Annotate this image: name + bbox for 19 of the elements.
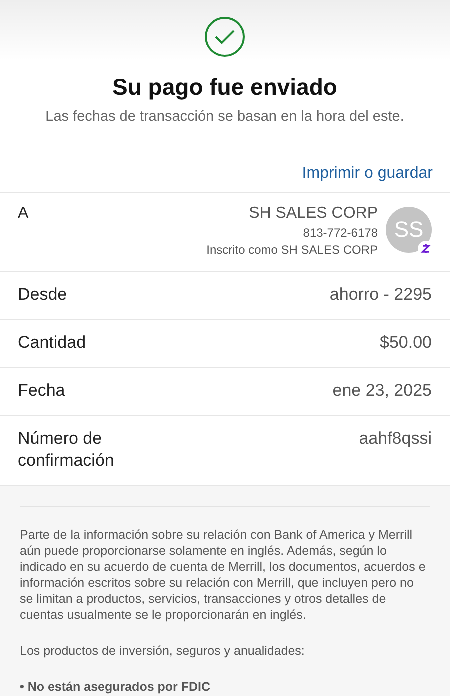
detail-label: Desde (18, 284, 68, 306)
detail-value: $50.00 (380, 332, 432, 354)
enrolled-name: Inscrito como SH SALES CORP (206, 243, 378, 257)
disclosure-text: Parte de la información sobre su relación con Bank of America y Merrill aún puede proporcionarse solamente en inglés. Además, según lo indicado en su acuerdo de cuenta de Merrill, los documentos, acuerdos e información escritos sobre su relación con Merrill, que incluyen pero no se limitan a productos, servicios, transacciones y otros detalles de cuentas usualmente se le proporcionarán en inglés. (20, 527, 427, 623)
recipient-label: A (18, 205, 29, 224)
recipient-name: SH SALES CORP (249, 205, 378, 223)
detail-label: Cantidad (18, 332, 86, 354)
detail-label: Número de confirmación (18, 428, 116, 472)
avatar-initials: SS (394, 217, 424, 243)
date-note: Las fechas de transacción se basan en la hora del este. (46, 109, 404, 125)
print-save-link[interactable]: Imprimir o guardar (302, 165, 433, 183)
detail-value: aahf8qssi (359, 428, 432, 450)
detail-value: ene 23, 2025 (332, 380, 432, 402)
disclosure-text: Los productos de inversión, seguros y anualidades: (20, 643, 306, 659)
detail-label: Fecha (18, 380, 66, 402)
detail-value: ahorro - 2295 (330, 284, 432, 306)
success-title: Su pago fue enviado (112, 74, 338, 101)
disclosure-bullet: • No están asegurados por FDIC (20, 679, 212, 695)
recipient-phone: 813-772-6178 (303, 226, 378, 240)
